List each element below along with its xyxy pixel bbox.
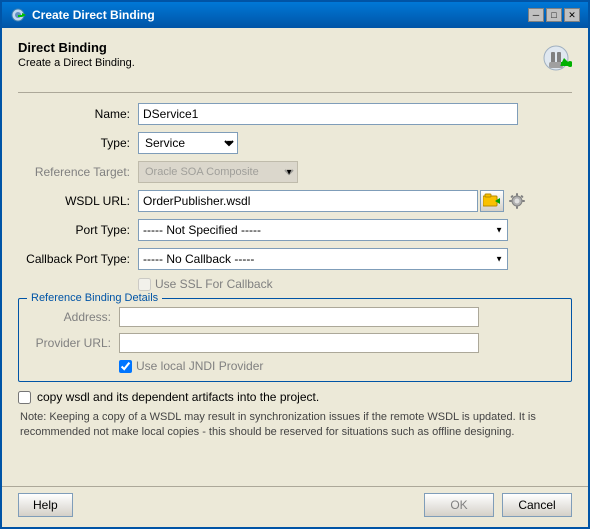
gear-icon: [508, 192, 526, 210]
copy-wsdl-checkbox[interactable]: [18, 391, 31, 404]
use-jndi-label: Use local JNDI Provider: [136, 359, 263, 373]
title-bar: Create Direct Binding ─ □ ✕: [2, 2, 588, 28]
browse-button[interactable]: [480, 190, 504, 212]
port-type-select[interactable]: ----- Not Specified -----: [138, 219, 508, 241]
cancel-button[interactable]: Cancel: [502, 493, 572, 517]
content-area: Direct Binding Create a Direct Binding.: [2, 28, 588, 486]
address-label: Address:: [29, 310, 119, 324]
name-label: Name:: [18, 107, 138, 121]
use-ssl-row: Use SSL For Callback: [18, 277, 572, 291]
callback-port-select[interactable]: ----- No Callback -----: [138, 248, 508, 270]
main-window: Create Direct Binding ─ □ ✕ Direct Bindi…: [0, 0, 590, 529]
provider-url-row: Provider URL:: [29, 333, 561, 353]
use-ssl-checkbox[interactable]: [138, 278, 151, 291]
ref-target-select: Oracle SOA Composite: [138, 161, 298, 183]
type-label: Type:: [18, 136, 138, 150]
title-controls: ─ □ ✕: [528, 8, 580, 22]
type-select[interactable]: Service: [138, 132, 238, 154]
section-subtitle: Create a Direct Binding.: [18, 57, 135, 69]
callback-port-row: Callback Port Type: ----- No Callback --…: [18, 248, 572, 270]
wsdl-row: WSDL URL:: [18, 190, 572, 212]
copy-wsdl-label: copy wsdl and its dependent artifacts in…: [37, 390, 319, 404]
window-icon: [10, 7, 26, 23]
section-header-row: Direct Binding Create a Direct Binding.: [18, 40, 572, 88]
header-icon: [524, 40, 572, 88]
ref-target-row: Reference Target: Oracle SOA Composite: [18, 161, 572, 183]
callback-port-label: Callback Port Type:: [18, 252, 138, 266]
wsdl-input[interactable]: [138, 190, 478, 212]
copy-wsdl-row: copy wsdl and its dependent artifacts in…: [18, 390, 572, 404]
folder-icon: [483, 193, 501, 209]
wsdl-label: WSDL URL:: [18, 194, 138, 208]
port-type-row: Port Type: ----- Not Specified -----: [18, 219, 572, 241]
use-jndi-checkbox[interactable]: [119, 360, 132, 373]
close-button[interactable]: ✕: [564, 8, 580, 22]
address-row: Address:: [29, 307, 561, 327]
form-area: Name: Type: Service Reference Target: Or…: [18, 103, 572, 474]
port-type-select-wrapper: ----- Not Specified -----: [138, 219, 508, 241]
gear-button[interactable]: [506, 190, 528, 212]
address-input[interactable]: [119, 307, 479, 327]
callback-port-select-wrapper: ----- No Callback -----: [138, 248, 508, 270]
section-header-text: Direct Binding Create a Direct Binding.: [18, 40, 135, 77]
type-row: Type: Service: [18, 132, 572, 154]
provider-url-label: Provider URL:: [29, 336, 119, 350]
header-divider: [18, 92, 572, 93]
footer: Help OK Cancel: [2, 486, 588, 527]
type-select-wrapper: Service: [138, 132, 238, 154]
ref-target-select-wrapper: Oracle SOA Composite: [138, 161, 298, 183]
name-input[interactable]: [138, 103, 518, 125]
ok-button[interactable]: OK: [424, 493, 494, 517]
use-jndi-row: Use local JNDI Provider: [29, 359, 561, 373]
name-row: Name:: [18, 103, 572, 125]
use-ssl-label: Use SSL For Callback: [155, 277, 273, 291]
note-text: Note: Keeping a copy of a WSDL may resul…: [18, 410, 572, 441]
provider-url-input[interactable]: [119, 333, 479, 353]
ref-target-label: Reference Target:: [18, 165, 138, 179]
wsdl-input-group: [138, 190, 528, 212]
ref-binding-section: Reference Binding Details Address: Provi…: [18, 298, 572, 382]
port-type-label: Port Type:: [18, 223, 138, 237]
minimize-button[interactable]: ─: [528, 8, 544, 22]
maximize-button[interactable]: □: [546, 8, 562, 22]
window-title: Create Direct Binding: [32, 8, 522, 22]
section-title: Direct Binding: [18, 40, 135, 55]
ref-binding-title: Reference Binding Details: [27, 292, 162, 304]
help-button[interactable]: Help: [18, 493, 73, 517]
